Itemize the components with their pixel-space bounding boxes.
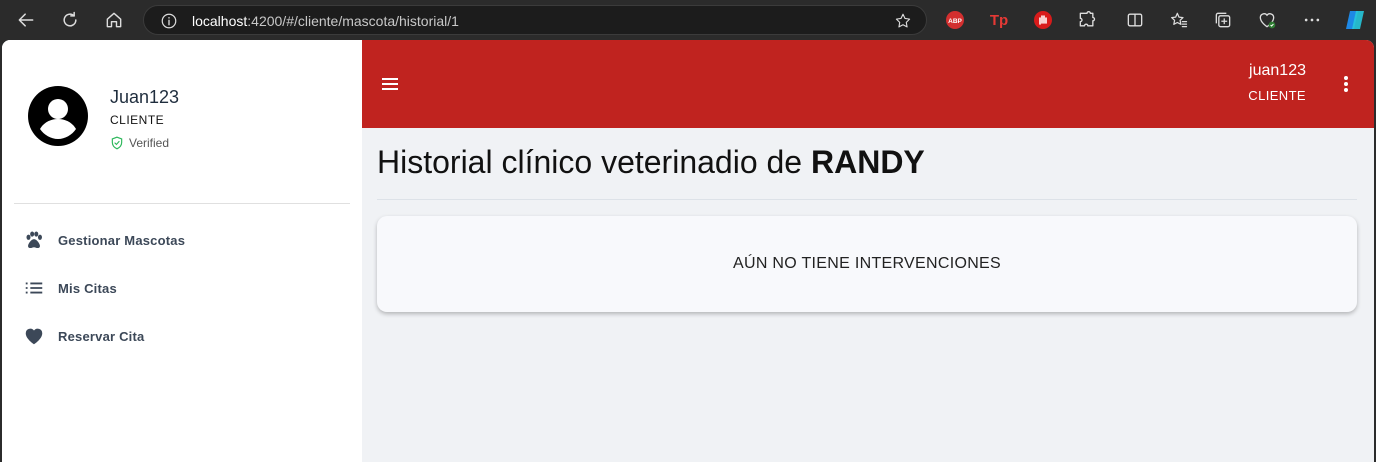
split-screen-icon[interactable] xyxy=(1125,10,1145,30)
pet-name: RANDY xyxy=(810,144,925,180)
favorites-icon[interactable] xyxy=(1169,10,1189,30)
header-user[interactable]: juan123 CLIENTE xyxy=(1248,62,1306,103)
top-header: juan123 CLIENTE xyxy=(362,40,1374,128)
account-circle-icon xyxy=(28,86,88,146)
sidebar-user-role: CLIENTE xyxy=(110,113,165,127)
heart-icon xyxy=(22,324,46,348)
home-icon[interactable] xyxy=(102,8,126,32)
empty-history-card: AÚN NO TIENE INTERVENCIONES xyxy=(377,216,1357,312)
url-host: localhost xyxy=(192,13,248,29)
empty-message: AÚN NO TIENE INTERVENCIONES xyxy=(733,255,1001,272)
browser-toolbar: localhost:4200/#/cliente/mascota/histori… xyxy=(0,0,1376,40)
url-text: localhost:4200/#/cliente/mascota/histori… xyxy=(192,13,459,29)
sidebar-item-label: Mis Citas xyxy=(58,280,117,296)
abp-icon[interactable]: ABP xyxy=(945,10,965,30)
more-icon[interactable] xyxy=(1302,10,1322,30)
sidebar-item-reservar-cita[interactable]: Reservar Cita xyxy=(22,318,342,354)
paw-icon xyxy=(22,228,46,252)
header-user-name: juan123 xyxy=(1249,62,1306,79)
header-user-role: CLIENTE xyxy=(1248,88,1306,103)
address-bar[interactable]: localhost:4200/#/cliente/mascota/histori… xyxy=(143,5,927,35)
kebab-menu-icon[interactable] xyxy=(1334,72,1358,96)
verified-badge: Verified xyxy=(110,136,169,150)
sidebar-item-gestionar-mascotas[interactable]: Gestionar Mascotas xyxy=(22,222,342,258)
copilot-icon[interactable] xyxy=(1343,8,1367,32)
shield-check-icon xyxy=(111,136,123,150)
page-title-prefix: Historial clínico veterinadio de xyxy=(377,144,811,180)
hand-icon[interactable] xyxy=(1033,10,1053,30)
tp-label: Tp xyxy=(989,11,1009,29)
back-arrow-icon[interactable] xyxy=(14,8,38,32)
sidebar-item-label: Reservar Cita xyxy=(58,328,145,344)
sidebar: Juan123 CLIENTE Verified Gestionar Masco… xyxy=(2,40,362,462)
puzzle-icon[interactable] xyxy=(1077,10,1097,30)
list-icon xyxy=(22,276,46,300)
avatar xyxy=(27,85,89,147)
menu-icon[interactable] xyxy=(378,72,402,96)
sidebar-item-label: Gestionar Mascotas xyxy=(58,232,186,248)
svg-text:ABP: ABP xyxy=(948,18,962,25)
verified-label: Verified xyxy=(129,136,170,150)
tp-icon[interactable]: Tp xyxy=(989,10,1009,30)
url-path: :4200/#/cliente/mascota/historial/1 xyxy=(247,13,459,29)
collections-icon[interactable] xyxy=(1213,10,1233,30)
sidebar-item-mis-citas[interactable]: Mis Citas xyxy=(22,270,342,306)
app-window: Juan123 CLIENTE Verified Gestionar Masco… xyxy=(2,40,1374,462)
star-icon[interactable] xyxy=(894,12,912,35)
main-divider xyxy=(377,199,1357,200)
sidebar-divider xyxy=(14,203,350,204)
site-info-icon[interactable] xyxy=(160,12,178,35)
health-icon[interactable] xyxy=(1257,10,1277,30)
sidebar-user-name: Juan123 xyxy=(110,87,180,107)
page-title: Historial clínico veterinadio de RANDY xyxy=(377,144,925,181)
refresh-icon[interactable] xyxy=(58,8,82,32)
